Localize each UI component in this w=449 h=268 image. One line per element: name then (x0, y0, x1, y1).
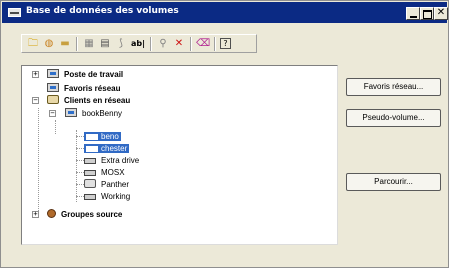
erase-icon[interactable]: ⌫ (196, 37, 210, 50)
toolbar-separator (190, 37, 192, 51)
open-icon[interactable]: ◍ (42, 37, 56, 50)
tree-line (55, 120, 56, 134)
toolbar-separator (150, 37, 152, 51)
collapse-network-clients-icon[interactable]: − (32, 97, 39, 104)
expand-source-groups-icon[interactable]: + (32, 211, 39, 218)
minimize-button[interactable] (406, 7, 420, 20)
computer-icon (47, 69, 59, 78)
pseudo-volume-button[interactable]: Pseudo-volume... (346, 109, 441, 127)
tree-line (76, 148, 84, 149)
browse-button[interactable]: Parcourir... (346, 173, 441, 191)
computer-icon (65, 108, 77, 117)
tree-node-bookbenny[interactable]: bookBenny (65, 108, 124, 119)
tree-node-volume-chester[interactable]: chester (84, 143, 130, 154)
tree-node-volume-working[interactable]: Working (84, 191, 132, 202)
close-button[interactable]: ✕ (434, 7, 448, 20)
tree-line (76, 172, 84, 173)
filter-icon[interactable]: ⚲ (156, 37, 170, 50)
folder-icon[interactable]: 🗀 (26, 37, 40, 50)
network-icon (47, 95, 59, 104)
tree-line (76, 160, 84, 161)
collapse-bookbenny-icon[interactable]: − (49, 110, 56, 117)
drive-icon (86, 146, 98, 152)
network-computer-icon (47, 83, 59, 92)
tree-node-volume-panther[interactable]: Panther (84, 179, 131, 190)
tree-line (76, 136, 84, 137)
tree-line (76, 130, 77, 202)
title-bar[interactable]: Base de données des volumes ✕ (2, 2, 448, 23)
properties-icon[interactable]: ▤ (98, 37, 112, 50)
toolbar-separator (214, 37, 216, 51)
window-title: Base de données des volumes (26, 6, 179, 16)
favorites-button[interactable]: Favoris réseau... (346, 78, 441, 96)
delete-icon[interactable]: ✕ (172, 37, 186, 50)
tree-node-volume-beno[interactable]: beno (84, 131, 121, 142)
drive-icon (84, 158, 96, 164)
toolbar-separator (76, 37, 78, 51)
drive-icon (86, 134, 98, 140)
source-group-icon (47, 209, 56, 218)
expand-workstation-icon[interactable]: + (32, 71, 39, 78)
tree-line (76, 184, 84, 185)
volume-database-window: Base de données des volumes ✕ 🗀 ◍ ▬ ▦ ▤ … (0, 0, 449, 268)
app-icon (8, 8, 21, 17)
tree-node-workstation[interactable]: Poste de travail (47, 69, 125, 80)
tree-node-volume-mosx[interactable]: MOSX (84, 167, 127, 178)
tree-node-favorites[interactable]: Favoris réseau (47, 83, 122, 94)
tree-node-volume-extra-drive[interactable]: Extra drive (84, 155, 141, 166)
volume-tree[interactable]: + Poste de travail Favoris réseau − Clie… (21, 65, 338, 245)
drive-icon (84, 194, 96, 200)
folder-closed-icon[interactable]: ▬ (58, 37, 72, 50)
tree-line (38, 108, 39, 213)
tree-node-network-clients[interactable]: Clients en réseau (47, 95, 132, 106)
toolbar: 🗀 ◍ ▬ ▦ ▤ ⟆ ab| ⚲ ✕ ⌫ ? (21, 34, 257, 53)
tree-node-source-groups[interactable]: Groupes source (47, 209, 124, 220)
drive-icon (84, 170, 96, 176)
link-icon[interactable]: ⟆ (114, 37, 128, 50)
maximize-button[interactable] (420, 7, 434, 20)
grid-icon[interactable]: ▦ (82, 37, 96, 50)
rename-icon[interactable]: ab| (128, 37, 148, 50)
tree-line (76, 196, 84, 197)
help-icon[interactable]: ? (220, 38, 231, 49)
panther-drive-icon (84, 179, 96, 188)
